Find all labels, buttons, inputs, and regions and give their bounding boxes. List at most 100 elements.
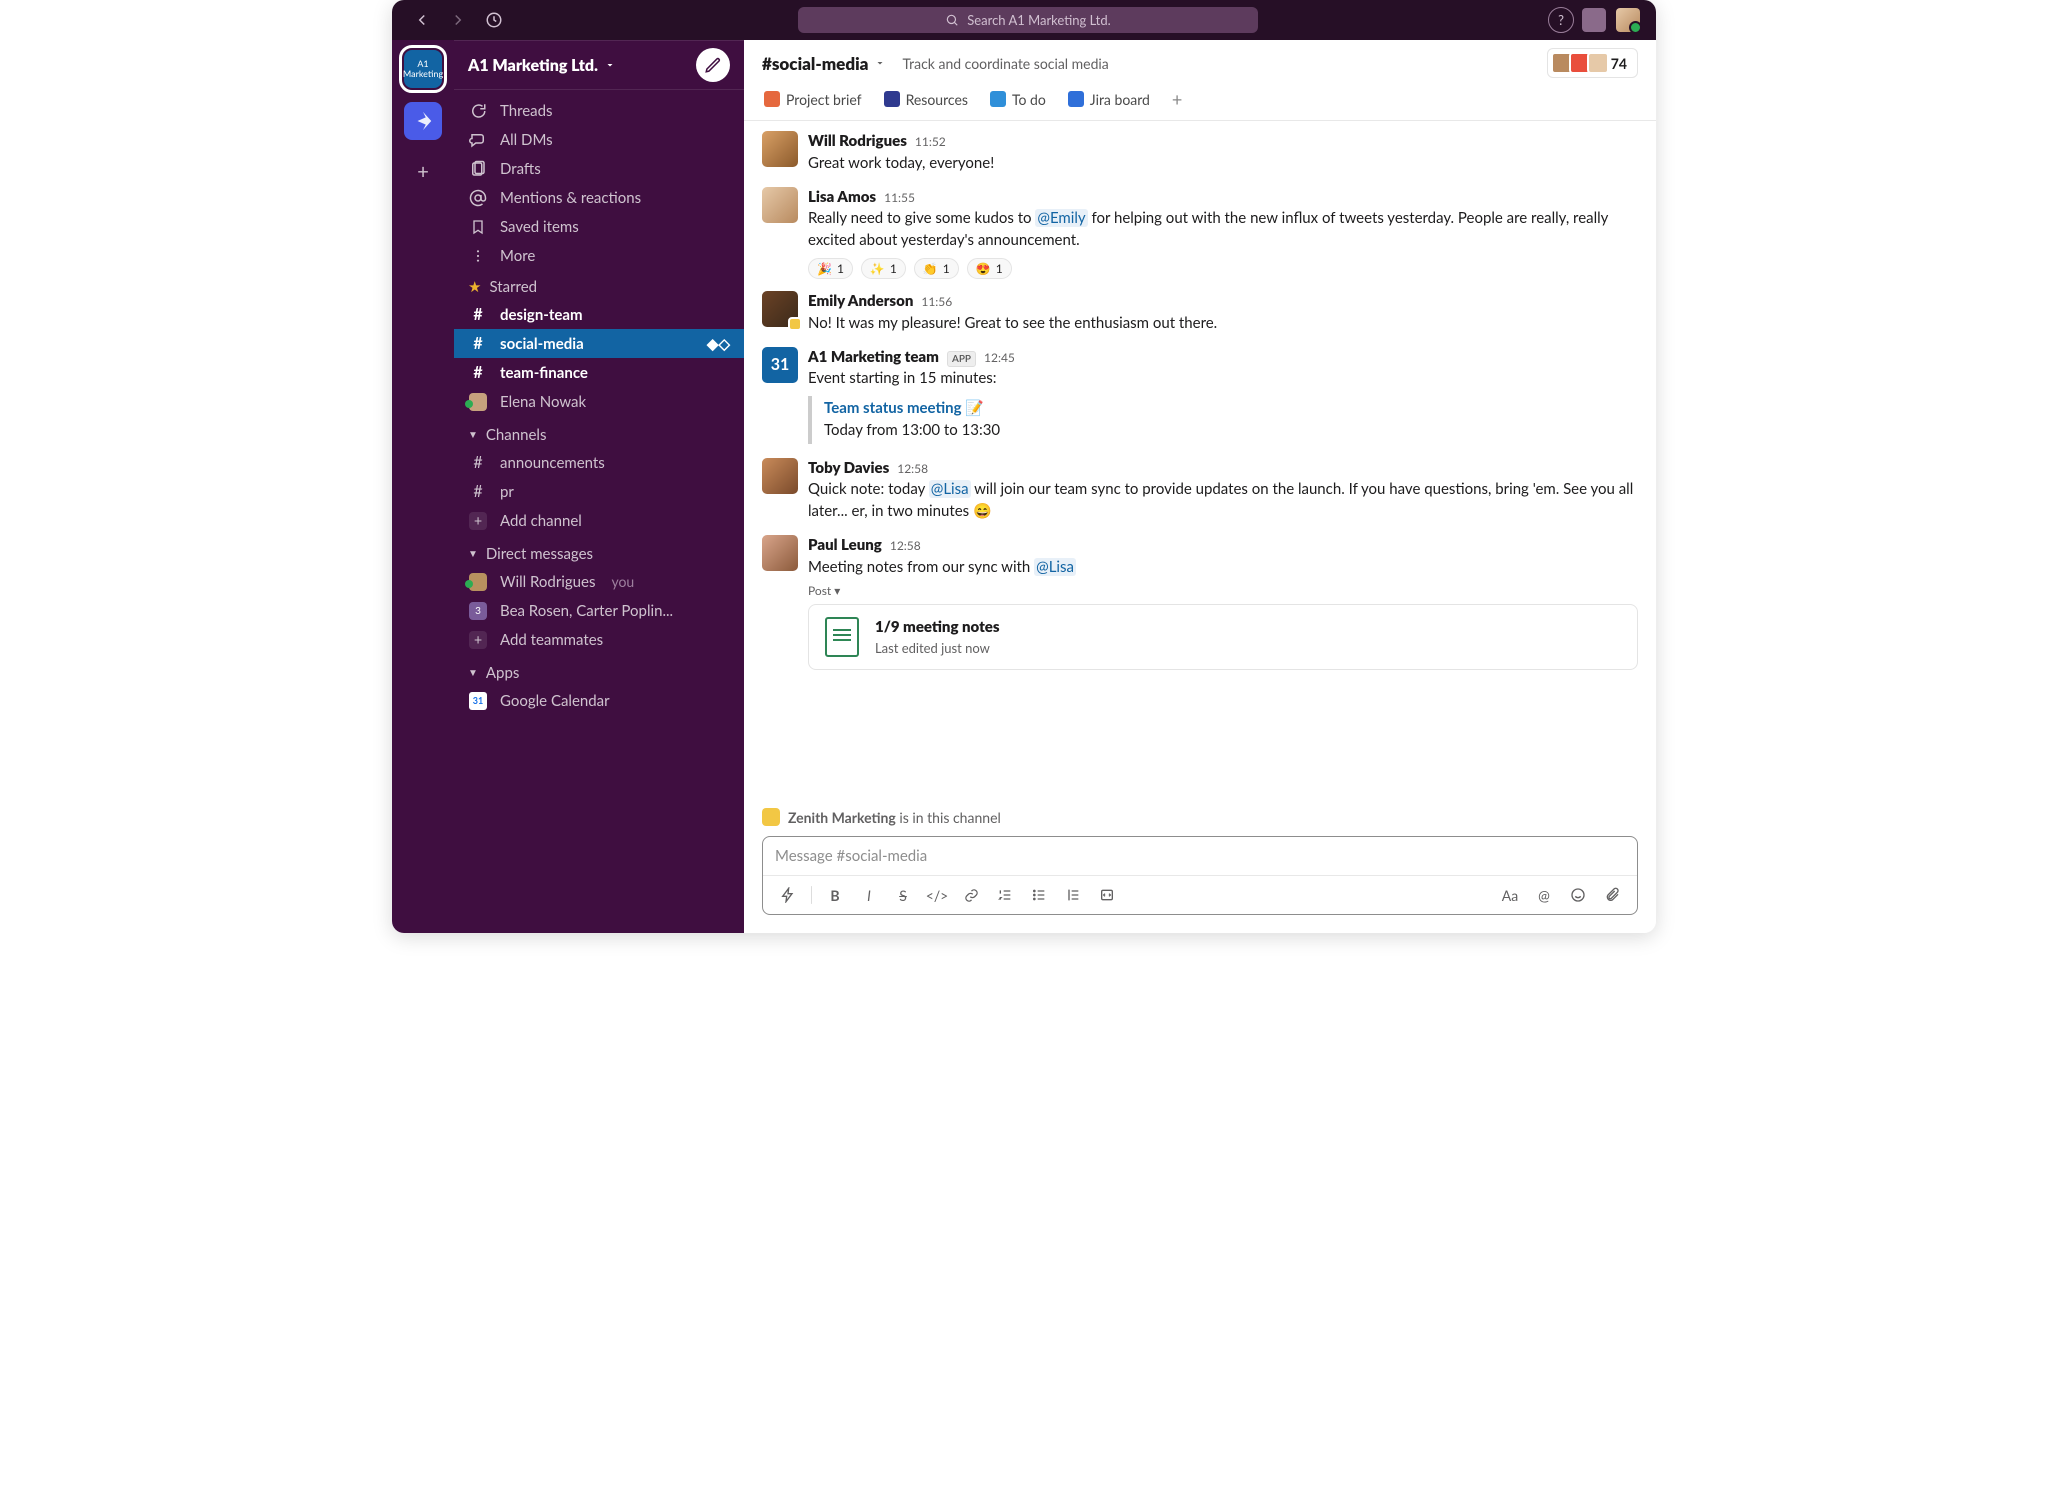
history-button[interactable]	[480, 6, 508, 34]
message-timestamp[interactable]: 11:52	[915, 133, 946, 150]
avatar[interactable]	[762, 291, 798, 327]
post-attachment[interactable]: 1/9 meeting notesLast edited just now	[808, 604, 1638, 671]
reaction[interactable]: 😍1	[967, 258, 1012, 279]
bullet-list-button[interactable]	[1024, 882, 1054, 908]
message-author[interactable]: Will Rodrigues	[808, 131, 907, 153]
message-list[interactable]: Will Rodrigues11:52Great work today, eve…	[744, 121, 1656, 802]
sidebar-channel-announcements[interactable]: # announcements	[454, 448, 744, 477]
mention[interactable]: @Emily	[1035, 209, 1087, 227]
bookmark-jira[interactable]: Jira board	[1068, 91, 1150, 108]
blockquote-button[interactable]	[1058, 882, 1088, 908]
message[interactable]: 31A1 Marketing teamAPP12:45Event startin…	[762, 341, 1638, 452]
sidebar-all-dms[interactable]: All DMs	[454, 125, 744, 154]
sidebar-item-label: Will Rodrigues	[500, 573, 595, 591]
bookmark-project-brief[interactable]: Project brief	[764, 91, 862, 108]
sidebar-dm-elena[interactable]: Elena Nowak	[454, 387, 744, 416]
sidebar-mentions[interactable]: Mentions & reactions	[454, 183, 744, 212]
shared-channel-icon: ◆◇	[707, 335, 730, 353]
post-type-label[interactable]: Post ▾	[808, 582, 1638, 599]
help-button[interactable]: ?	[1548, 7, 1574, 33]
message-author[interactable]: Paul Leung	[808, 535, 882, 557]
mention[interactable]: @Lisa	[929, 480, 971, 498]
message-timestamp[interactable]: 12:58	[897, 460, 928, 477]
emoji-button[interactable]	[1563, 882, 1593, 908]
workspace-other-button[interactable]	[404, 102, 442, 140]
avatar[interactable]	[762, 535, 798, 571]
italic-button[interactable]: I	[854, 882, 884, 908]
strike-button[interactable]: S	[888, 882, 918, 908]
reaction[interactable]: 👏1	[914, 258, 959, 279]
workspace-a1-button[interactable]: A1 Marketing	[404, 50, 442, 88]
message-author[interactable]: Toby Davies	[808, 458, 889, 480]
format-toggle-button[interactable]: Aa	[1495, 882, 1525, 908]
message-timestamp[interactable]: 11:56	[921, 293, 952, 310]
message[interactable]: Lisa Amos11:55Really need to give some k…	[762, 181, 1638, 286]
sidebar-dm-will[interactable]: Will Rodrigues you	[454, 567, 744, 596]
mention-button[interactable]: @	[1529, 882, 1559, 908]
workspace-menu-button[interactable]: A1 Marketing Ltd.	[454, 40, 744, 90]
message-timestamp[interactable]: 11:55	[884, 189, 915, 206]
current-user-avatar[interactable]	[1616, 8, 1640, 32]
reaction[interactable]: ✨1	[861, 258, 906, 279]
bold-button[interactable]: B	[820, 882, 850, 908]
message-author[interactable]: Emily Anderson	[808, 291, 913, 313]
avatar[interactable]: 31	[762, 347, 798, 383]
message-input[interactable]: Message #social-media	[763, 837, 1637, 875]
hash-icon: #	[468, 334, 488, 353]
sidebar-app-gcal[interactable]: 31 Google Calendar	[454, 686, 744, 715]
search-input[interactable]: Search A1 Marketing Ltd.	[798, 7, 1258, 33]
sidebar-channel-pr[interactable]: # pr	[454, 477, 744, 506]
avatar[interactable]	[762, 187, 798, 223]
sidebar-item-label: team-finance	[500, 364, 588, 382]
topbar-tile[interactable]	[1582, 8, 1606, 32]
link-button[interactable]	[956, 882, 986, 908]
sidebar-add-channel[interactable]: + Add channel	[454, 506, 744, 535]
message-timestamp[interactable]: 12:45	[984, 349, 1015, 366]
history-back-button[interactable]	[408, 6, 436, 34]
sidebar-drafts[interactable]: Drafts	[454, 154, 744, 183]
section-channels[interactable]: ▼ Channels	[454, 416, 744, 448]
section-starred[interactable]: ★ Starred	[454, 270, 744, 300]
calendar-event[interactable]: Team status meeting 📝Today from 13:00 to…	[808, 396, 1638, 444]
message[interactable]: Emily Anderson11:56No! It was my pleasur…	[762, 285, 1638, 341]
sidebar-saved[interactable]: Saved items	[454, 212, 744, 241]
add-workspace-button[interactable]: +	[405, 154, 441, 190]
sidebar-item-label: Add teammates	[500, 631, 603, 649]
plus-icon: +	[468, 512, 488, 530]
channel-members-button[interactable]: 74	[1547, 48, 1638, 78]
caret-down-icon: ▼	[468, 429, 478, 441]
history-forward-button[interactable]	[444, 6, 472, 34]
sidebar-threads[interactable]: Threads	[454, 96, 744, 125]
code-button[interactable]: </>	[922, 882, 952, 908]
compose-button[interactable]	[696, 48, 730, 82]
sidebar-add-teammates[interactable]: + Add teammates	[454, 625, 744, 654]
codeblock-button[interactable]	[1092, 882, 1122, 908]
bookmark-resources[interactable]: Resources	[884, 91, 968, 108]
sidebar-channel-design-team[interactable]: # design-team	[454, 300, 744, 329]
mention[interactable]: @Lisa	[1034, 558, 1076, 576]
section-dms[interactable]: ▼ Direct messages	[454, 535, 744, 567]
avatar[interactable]	[762, 458, 798, 494]
reaction[interactable]: 🎉1	[808, 258, 853, 279]
attach-button[interactable]	[1597, 882, 1627, 908]
avatar[interactable]	[762, 131, 798, 167]
message-author[interactable]: A1 Marketing team	[808, 347, 939, 369]
message[interactable]: Toby Davies12:58Quick note: today @Lisa …	[762, 452, 1638, 529]
shortcuts-button[interactable]	[773, 882, 803, 908]
message[interactable]: Will Rodrigues11:52Great work today, eve…	[762, 125, 1638, 181]
channel-topic[interactable]: Track and coordinate social media	[902, 55, 1108, 72]
sidebar-channel-social-media[interactable]: # social-media ◆◇	[454, 329, 744, 358]
sidebar-dm-group[interactable]: 3 Bea Rosen, Carter Poplin...	[454, 596, 744, 625]
sidebar-more[interactable]: More	[454, 241, 744, 270]
ordered-list-button[interactable]	[990, 882, 1020, 908]
channel-name-button[interactable]: #social-media	[762, 53, 886, 74]
add-bookmark-button[interactable]: +	[1172, 88, 1182, 110]
message[interactable]: Paul Leung12:58Meeting notes from our sy…	[762, 529, 1638, 676]
bookmark-todo[interactable]: To do	[990, 91, 1046, 108]
message-timestamp[interactable]: 12:58	[890, 537, 921, 554]
section-apps[interactable]: ▼ Apps	[454, 654, 744, 686]
sidebar-channel-team-finance[interactable]: # team-finance	[454, 358, 744, 387]
workspace-name: A1 Marketing Ltd.	[468, 56, 598, 75]
message-author[interactable]: Lisa Amos	[808, 187, 876, 209]
hash-icon: #	[468, 363, 488, 382]
